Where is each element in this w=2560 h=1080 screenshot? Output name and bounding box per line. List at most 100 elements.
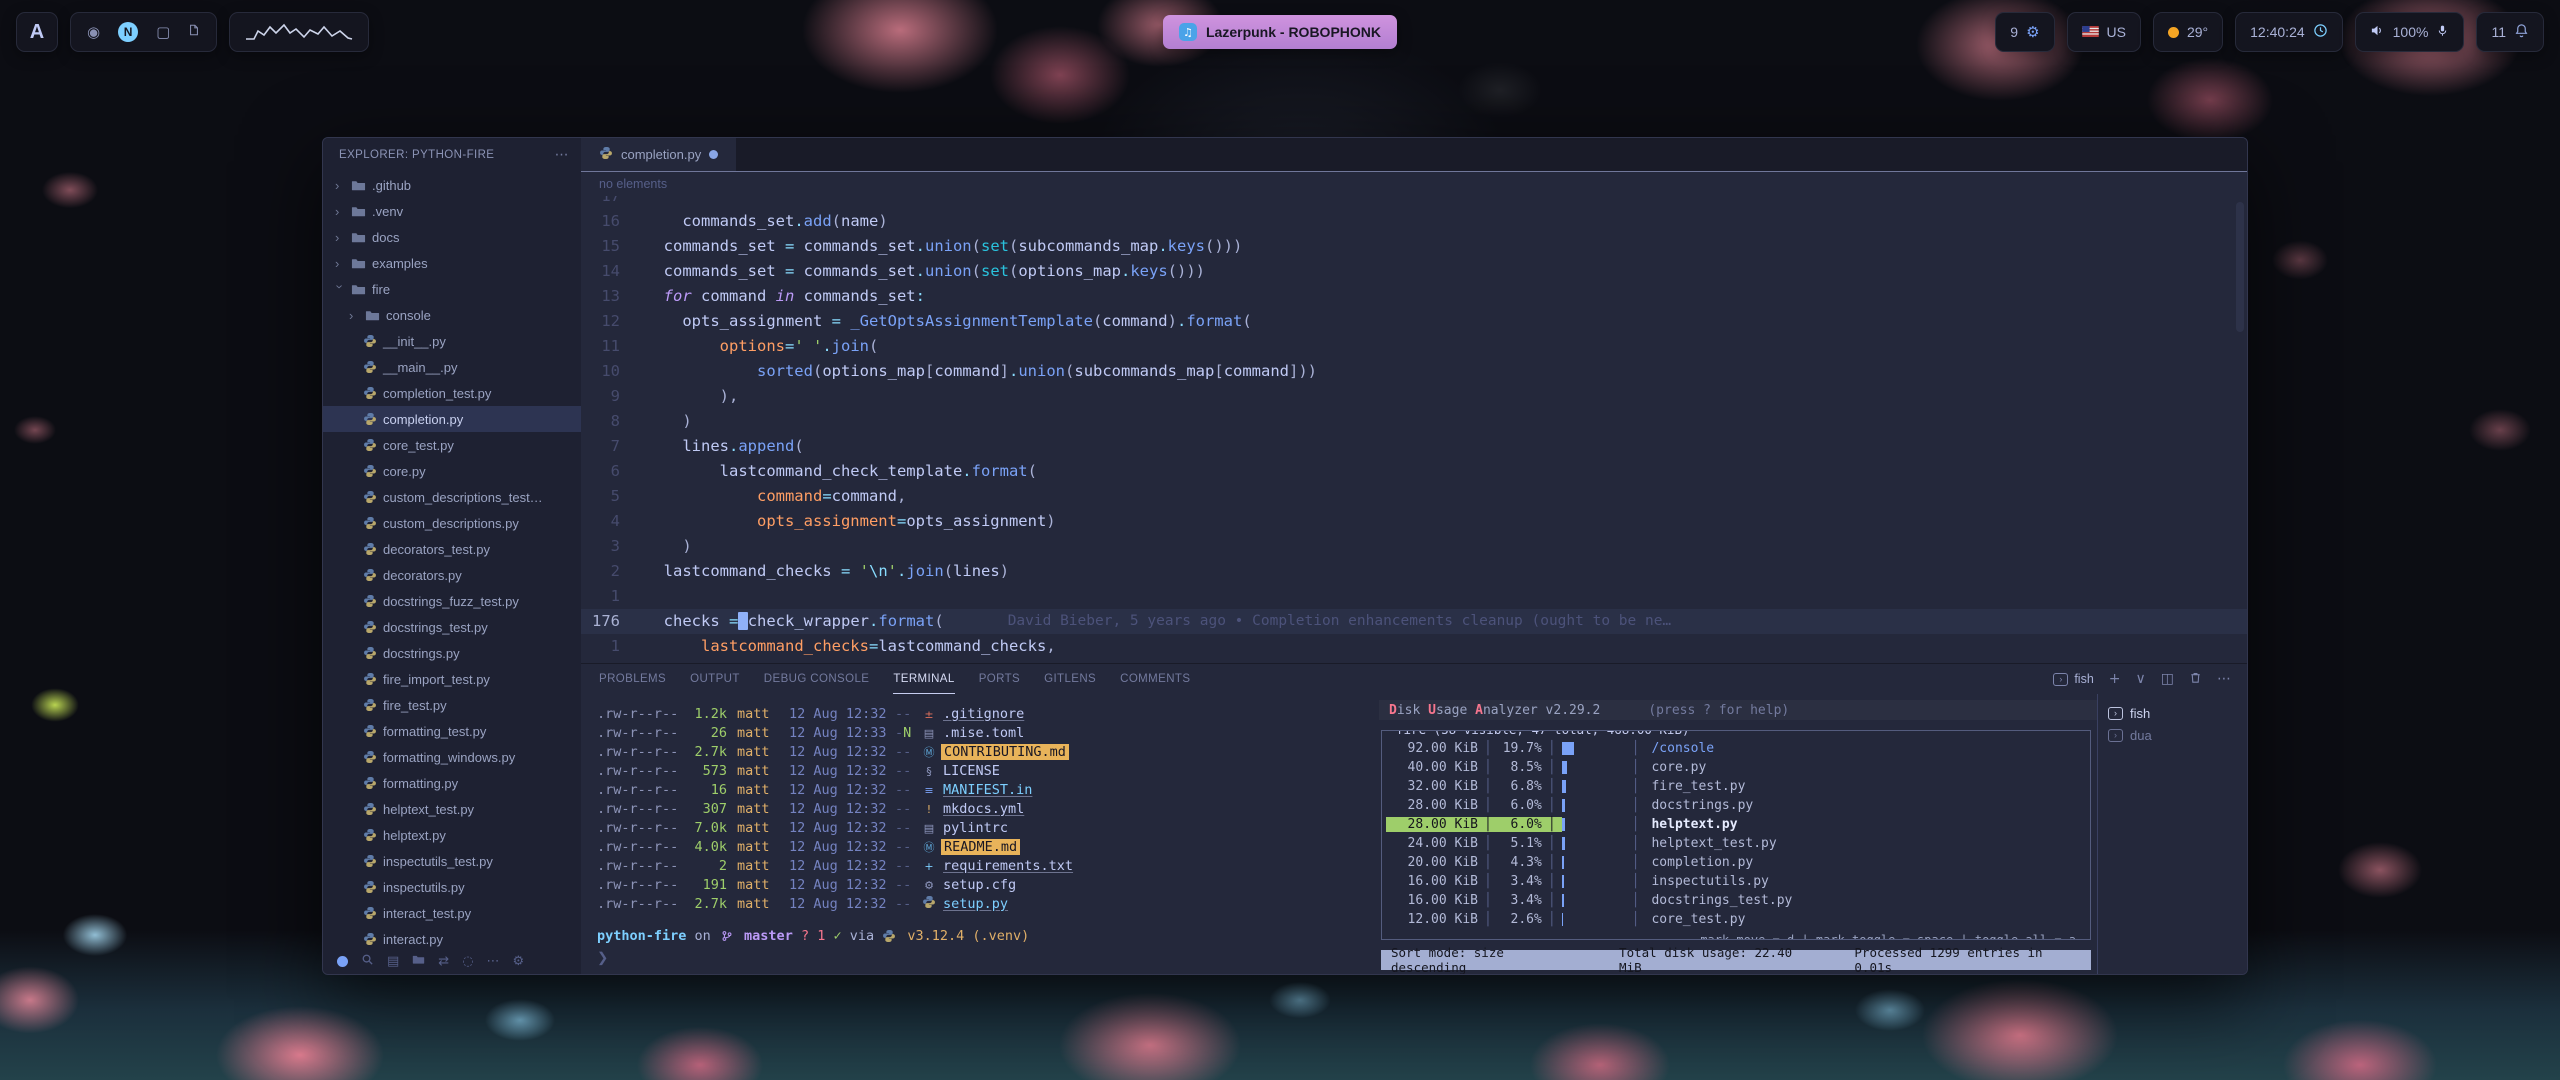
terminal-icon: › [2053, 673, 2068, 686]
dua-title: Disk Usage Analyzer v2.29.2 [1389, 703, 1600, 718]
tree-item-decorators_test.py[interactable]: decorators_test.py [323, 536, 581, 562]
tree-item-helptext_test.py[interactable]: helptext_test.py [323, 796, 581, 822]
tree-item-fire_import_test.py[interactable]: fire_import_test.py [323, 666, 581, 692]
tree-item-interact.py[interactable]: interact.py [323, 926, 581, 948]
tree-item-docstrings_fuzz_test.py[interactable]: docstrings_fuzz_test.py [323, 588, 581, 614]
terminal-file-row: .rw-r--r--26matt12 Aug 12:33-N▤.mise.tom… [597, 723, 1373, 742]
tree-item-completion_test.py[interactable]: completion_test.py [323, 380, 581, 406]
code-line: 16 commands_set.add(name) [581, 209, 2247, 234]
keyboard-layout-widget[interactable]: US [2067, 12, 2141, 52]
file-name: custom_descriptions_test… [383, 490, 543, 505]
terminal-output[interactable]: .rw-r--r--1.2kmatt12 Aug 12:32--±.gitign… [581, 694, 1373, 974]
file-name: inspectutils_test.py [383, 854, 493, 869]
dua-status-item: Total disk usage: 22.40 MiB [1619, 945, 1816, 975]
tree-item-helptext.py[interactable]: helptext.py [323, 822, 581, 848]
split-terminal-icon[interactable]: ◫ [2161, 671, 2174, 687]
tree-item-__init__.py[interactable]: __init__.py [323, 328, 581, 354]
document-icon[interactable] [188, 23, 200, 41]
tree-item-__main__.py[interactable]: __main__.py [323, 354, 581, 380]
notifications-widget[interactable]: 11 [2476, 12, 2544, 52]
tree-item-fire[interactable]: ›fire [323, 276, 581, 302]
file-name: requirements.txt [941, 858, 1373, 874]
tree-item-custom_descriptions.py[interactable]: custom_descriptions.py [323, 510, 581, 536]
tree-item-completion.py[interactable]: completion.py [323, 406, 581, 432]
file-type-icon: ! [917, 801, 941, 817]
clock-widget[interactable]: 12:40:24 [2235, 12, 2343, 52]
window-icon[interactable]: ▢ [156, 23, 170, 41]
tree-item-decorators.py[interactable]: decorators.py [323, 562, 581, 588]
panel-tab-terminal[interactable]: TERMINAL [893, 664, 954, 694]
code-editor[interactable]: 17 """16 commands_set.add(name)15 comman… [581, 196, 2247, 663]
more-icon[interactable]: ⋯ [487, 954, 500, 969]
tree-item-core_test.py[interactable]: core_test.py [323, 432, 581, 458]
code-line: 2 lastcommand_checks = '\n'.join(lines) [581, 559, 2247, 584]
file-name: decorators_test.py [383, 542, 490, 557]
file-type-icon: ▤ [917, 725, 941, 741]
tree-item-.venv[interactable]: ›.venv [323, 198, 581, 224]
clock-label: 12:40:24 [2250, 24, 2305, 40]
terminal-shell-chip[interactable]: › fish [2053, 672, 2093, 686]
session-item-dua[interactable]: ›dua [2108, 724, 2237, 746]
file-name: fire_test.py [383, 698, 447, 713]
dua-row: 28.00 KiB│6.0%││docstrings.py [1386, 796, 2086, 815]
tree-item-core.py[interactable]: core.py [323, 458, 581, 484]
system-graph-widget[interactable] [229, 12, 369, 52]
tree-item-custom_descriptions_test-[interactable]: custom_descriptions_test… [323, 484, 581, 510]
breadcrumb[interactable]: no elements [581, 172, 2247, 196]
terminal-dropdown-icon[interactable]: ∨ [2136, 671, 2146, 687]
dua-status-bar: Sort mode: size descendingTotal disk usa… [1381, 950, 2091, 970]
panel-tab-debug-console[interactable]: DEBUG CONSOLE [764, 664, 870, 694]
layout-icon[interactable]: ▤ [387, 954, 399, 969]
dua-keybind-footer: mark-move = d | mark-toggle = space | to… [1694, 933, 2082, 940]
volume-widget[interactable]: 100% [2355, 12, 2465, 52]
code-line: 12 opts_assignment = _GetOptsAssignmentT… [581, 309, 2247, 334]
tree-item-docstrings.py[interactable]: docstrings.py [323, 640, 581, 666]
session-item-fish[interactable]: ›fish [2108, 702, 2237, 724]
folder-icon[interactable] [412, 953, 425, 970]
tree-item-console[interactable]: ›console [323, 302, 581, 328]
tree-item-formatting_test.py[interactable]: formatting_test.py [323, 718, 581, 744]
settings-gear-icon[interactable]: ⚙ [513, 954, 525, 969]
panel-tab-comments[interactable]: COMMENTS [1120, 664, 1190, 694]
tree-item-fire_test.py[interactable]: fire_test.py [323, 692, 581, 718]
tree-item-formatting.py[interactable]: formatting.py [323, 770, 581, 796]
kill-terminal-icon[interactable] [2189, 671, 2202, 688]
tree-item-.github[interactable]: ›.github [323, 172, 581, 198]
remote-indicator-icon[interactable] [337, 956, 348, 967]
tree-item-inspectutils.py[interactable]: inspectutils.py [323, 874, 581, 900]
file-name: mkdocs.yml [941, 801, 1373, 817]
file-name: docstrings_fuzz_test.py [383, 594, 519, 609]
chevron-icon: › [335, 256, 345, 271]
code-line: 176 checks = check_wrapper.format(David … [581, 609, 2247, 634]
now-playing-widget[interactable]: ♫ Lazerpunk - ROBOPHONK [1163, 15, 1397, 49]
search-icon[interactable] [361, 953, 374, 970]
extensions-icon[interactable]: ◌ [462, 954, 473, 969]
panel-tab-ports[interactable]: PORTS [979, 664, 1020, 694]
record-icon[interactable]: ◉ [87, 23, 100, 41]
prompt-caret: ❯ [597, 950, 1373, 966]
notification-count: 11 [2491, 24, 2506, 40]
tree-item-docs[interactable]: ›docs [323, 224, 581, 250]
editor-scrollbar[interactable] [2236, 202, 2244, 332]
tree-item-docstrings_test.py[interactable]: docstrings_test.py [323, 614, 581, 640]
file-name: docstrings_test.py [383, 620, 488, 635]
code-line: 3 ) [581, 534, 2247, 559]
tab-completion-py[interactable]: completion.py [581, 138, 737, 171]
explorer-more-actions-icon[interactable]: ⋯ [555, 147, 569, 163]
launcher-button[interactable]: A [16, 12, 58, 52]
tree-item-inspectutils_test.py[interactable]: inspectutils_test.py [323, 848, 581, 874]
weather-widget[interactable]: 29° [2153, 12, 2223, 52]
tree-item-examples[interactable]: ›examples [323, 250, 581, 276]
tree-item-formatting_windows.py[interactable]: formatting_windows.py [323, 744, 581, 770]
updates-widget[interactable]: 9 ⚙ [1995, 12, 2054, 52]
new-terminal-button[interactable]: + [2109, 671, 2121, 687]
sync-icon[interactable]: ⇄ [438, 954, 449, 969]
panel-more-icon[interactable]: ⋯ [2217, 671, 2231, 687]
panel-tab-gitlens[interactable]: GITLENS [1044, 664, 1096, 694]
python-icon [599, 146, 613, 163]
panel-tab-output[interactable]: OUTPUT [690, 664, 740, 694]
breadcrumb-label: no elements [599, 177, 667, 191]
tree-item-interact_test.py[interactable]: interact_test.py [323, 900, 581, 926]
n-badge-icon[interactable]: N [118, 22, 138, 42]
panel-tab-problems[interactable]: PROBLEMS [599, 664, 666, 694]
